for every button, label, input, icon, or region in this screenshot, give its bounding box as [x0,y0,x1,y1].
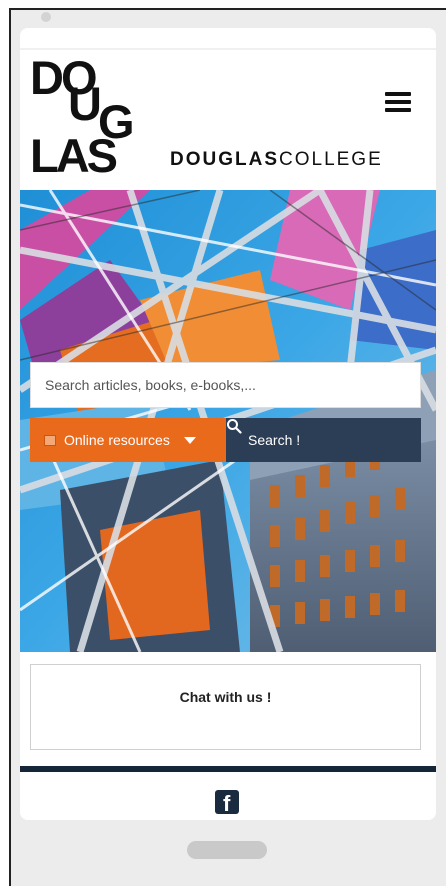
phone-screen: DO U G LAS DOUGLASCOLLEGE Search article… [20,28,436,820]
search-box[interactable] [30,362,421,408]
caret-down-icon [183,436,196,444]
menu-icon[interactable] [385,92,411,114]
chat-title: Chat with us ! [179,689,272,705]
search-input[interactable] [31,363,420,407]
douglas-logo[interactable]: DO U G LAS [30,54,145,179]
book-icon [44,434,56,446]
online-resources-label: Online resources [64,432,170,448]
facebook-icon[interactable]: f [215,790,239,816]
device-home-button[interactable] [187,841,267,859]
wordmark-light: COLLEGE [279,149,383,170]
search-button-label: Search ! [248,432,301,448]
search-button[interactable]: Search ! [226,418,421,462]
logo-line-4: LAS [30,129,118,182]
hero-image: Online resources Search ! [20,190,436,652]
site-footer: f [20,772,436,820]
chat-widget[interactable]: Chat with us ! [30,664,421,750]
site-header: DO U G LAS DOUGLASCOLLEGE [20,28,436,190]
college-wordmark: DOUGLASCOLLEGE [170,149,383,171]
online-resources-dropdown[interactable]: Online resources [30,418,226,462]
facebook-glyph: f [223,791,231,816]
top-divider [20,48,436,50]
wordmark-bold: DOUGLAS [170,149,279,170]
logo-line-2: U [68,77,102,130]
search-icon [227,419,242,434]
device-camera [41,12,51,22]
